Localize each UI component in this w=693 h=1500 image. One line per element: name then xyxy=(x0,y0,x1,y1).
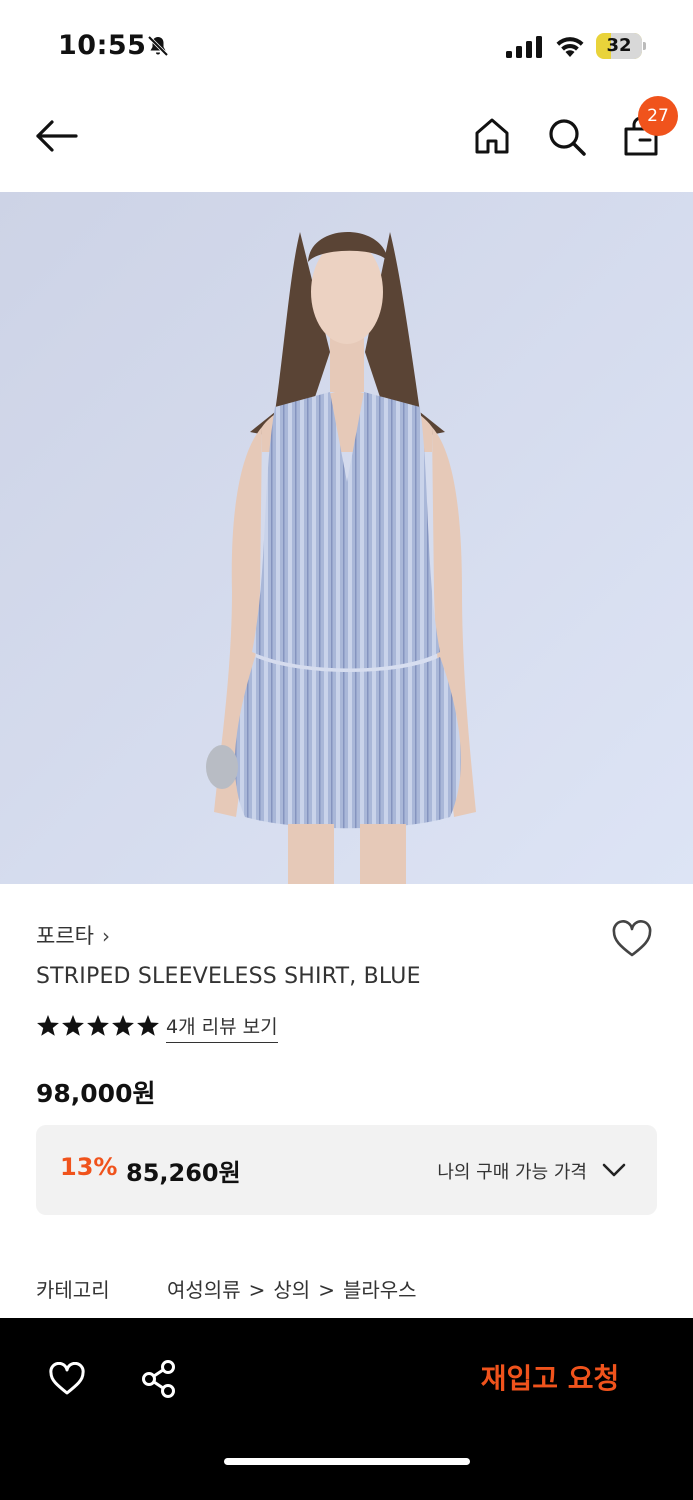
category-level-3[interactable]: 블라우스 xyxy=(343,1278,417,1302)
chevron-right-icon: > xyxy=(318,1278,335,1302)
heart-icon[interactable] xyxy=(610,919,654,959)
home-indicator xyxy=(224,1458,470,1465)
star-icon xyxy=(87,1015,109,1036)
bottom-action-bar: 재입고 요청 xyxy=(0,1318,693,1500)
chevron-right-icon: > xyxy=(248,1278,266,1302)
status-time: 10:55 xyxy=(58,30,147,61)
wifi-icon xyxy=(556,37,584,57)
share-icon[interactable] xyxy=(140,1359,178,1399)
product-name: STRIPED SLEEVELESS SHIRT, BLUE xyxy=(36,964,421,989)
category-row: 카테고리 여성의류 > 상의 > 블라우스 xyxy=(36,1274,656,1304)
category-breadcrumb: 여성의류 > 상의 > 블라우스 xyxy=(167,1274,417,1303)
category-label: 카테고리 xyxy=(36,1278,110,1302)
battery-body: 32 xyxy=(596,33,642,59)
search-icon[interactable] xyxy=(546,116,588,158)
star-icon xyxy=(137,1015,159,1036)
star-icon xyxy=(112,1015,134,1036)
battery-icon: 32 xyxy=(596,33,646,59)
sale-price: 85,260원 xyxy=(126,1159,241,1187)
battery-tip xyxy=(643,42,646,50)
discount-rate: 13% xyxy=(60,1153,118,1181)
header: 27 xyxy=(0,90,693,192)
product-image[interactable] xyxy=(0,192,693,884)
bell-slash-icon xyxy=(147,35,169,57)
status-bar: 10:55 32 xyxy=(0,0,693,90)
brand-link[interactable]: 포르타 › xyxy=(36,920,110,950)
product-photo xyxy=(0,192,693,884)
back-arrow-icon[interactable] xyxy=(34,116,80,156)
category-level-1[interactable]: 여성의류 xyxy=(167,1278,241,1302)
restock-request-button[interactable]: 재입고 요청 xyxy=(430,1354,670,1404)
original-price: 98,000원 xyxy=(36,1079,156,1108)
category-level-2[interactable]: 상의 xyxy=(273,1278,310,1302)
brand-name: 포르타 xyxy=(36,924,94,948)
star-icon xyxy=(62,1015,84,1036)
star-icon xyxy=(37,1015,59,1036)
signal-icon xyxy=(506,36,542,58)
cart-count-badge[interactable]: 27 xyxy=(638,96,678,136)
chevron-down-icon[interactable] xyxy=(601,1161,627,1179)
home-icon[interactable] xyxy=(472,116,512,156)
review-link[interactable]: 4개 리뷰 보기 xyxy=(166,1012,278,1043)
chevron-right-icon: › xyxy=(101,924,110,948)
heart-icon[interactable] xyxy=(48,1362,86,1396)
rating-stars xyxy=(37,1015,159,1036)
price-box[interactable]: 13% 85,260원 나의 구매 가능 가격 xyxy=(36,1125,657,1215)
my-price-label[interactable]: 나의 구매 가능 가격 xyxy=(437,1158,587,1184)
battery-level: 32 xyxy=(606,35,632,56)
